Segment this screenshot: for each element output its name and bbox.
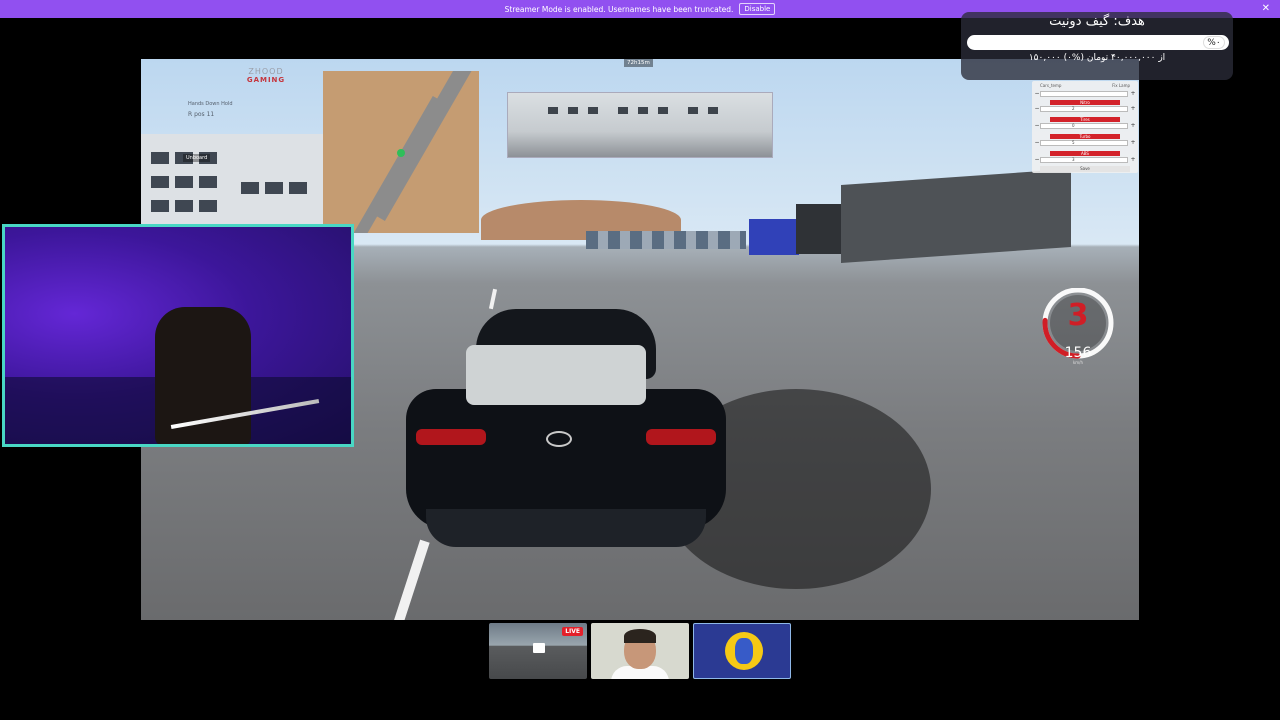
hud-position-text: R pos 11 (188, 111, 215, 118)
close-icon[interactable]: ✕ (1262, 3, 1270, 14)
minus-icon[interactable]: − (1034, 91, 1040, 97)
hud-tag: Unboard (183, 154, 211, 162)
plus-icon[interactable]: + (1130, 106, 1136, 112)
live-badge: LIVE (562, 627, 583, 636)
minus-icon[interactable]: − (1034, 157, 1040, 163)
stream-stage: ZHOOD GAMING Hands Down Hold R pos 11 Un… (0, 12, 1280, 720)
truck-cab (796, 204, 846, 254)
plus-icon[interactable]: + (1130, 91, 1136, 97)
minus-icon[interactable]: − (1034, 106, 1040, 112)
webcam-overlay (2, 224, 354, 447)
tuning-label: Tires (1050, 117, 1120, 122)
hud-status-text: Hands Down Hold (188, 101, 233, 107)
minimap (323, 71, 479, 233)
truck-trailer (841, 168, 1071, 264)
disable-streamer-mode-button[interactable]: Disable (739, 3, 776, 15)
container-row (586, 231, 746, 249)
tuning-header-left: Cars_temp (1040, 83, 1062, 88)
tuning-header-right: Fix Lamp (1112, 83, 1130, 88)
tuning-label: ABS (1050, 151, 1120, 156)
minus-icon[interactable]: − (1034, 123, 1040, 129)
rear-view-mirror (507, 92, 773, 158)
stream-preview-thumbnail[interactable]: LIVE (489, 623, 587, 679)
donation-progress-bar: %۰ (967, 35, 1229, 50)
minus-icon[interactable]: − (1034, 140, 1040, 146)
donation-percent: %۰ (1203, 36, 1225, 49)
tuning-value: 5 (1072, 140, 1075, 145)
donation-goal-widget: هدف: گیف دونیت %۰ ۱۵۰,۰۰۰ از ۴۰,۰۰۰,۰۰۰ … (961, 12, 1233, 80)
player-marker-icon (397, 149, 405, 157)
tuning-panel: Cars_temp Fix Lamp − + Nitro 2 − + Tires… (1032, 81, 1138, 173)
screen-share-icon (533, 643, 545, 653)
tuning-save-button[interactable]: Save (1040, 166, 1130, 172)
speed-unit: km/h (1072, 360, 1084, 365)
plus-icon[interactable]: + (1130, 123, 1136, 129)
bot-avatar-thumbnail[interactable] (693, 623, 791, 679)
speedometer: 3 156 km/h (1038, 287, 1118, 368)
tuning-value: 3 (1072, 157, 1075, 162)
tuning-label: Nitro (1050, 100, 1120, 105)
zhood-gaming-logo: ZHOOD GAMING (246, 67, 286, 84)
donation-goal-title: هدف: گیف دونیت (1049, 14, 1145, 29)
host-avatar-thumbnail[interactable] (591, 623, 689, 679)
gaming-chair (155, 307, 251, 444)
speed-readout: 156 (1064, 345, 1092, 361)
tuning-label: Turbo (1050, 134, 1120, 139)
truck-blue (749, 219, 799, 255)
tuning-value: 0 (1072, 123, 1075, 128)
bot-avatar-icon (725, 632, 763, 670)
car-brand-icon (546, 431, 572, 447)
participant-thumbnails: LIVE (489, 623, 791, 679)
gear-indicator: 3 (1067, 298, 1089, 333)
session-timer: 72h15m (624, 59, 653, 67)
player-car (406, 309, 726, 559)
banner-message: Streamer Mode is enabled. Usernames have… (504, 4, 734, 14)
plus-icon[interactable]: + (1130, 140, 1136, 146)
plus-icon[interactable]: + (1130, 157, 1136, 163)
tuning-value: 2 (1072, 106, 1075, 111)
donation-amount: ۱۵۰,۰۰۰ از ۴۰,۰۰۰,۰۰۰ تومان (%۰) (1028, 53, 1166, 63)
lane-marker (488, 288, 498, 310)
